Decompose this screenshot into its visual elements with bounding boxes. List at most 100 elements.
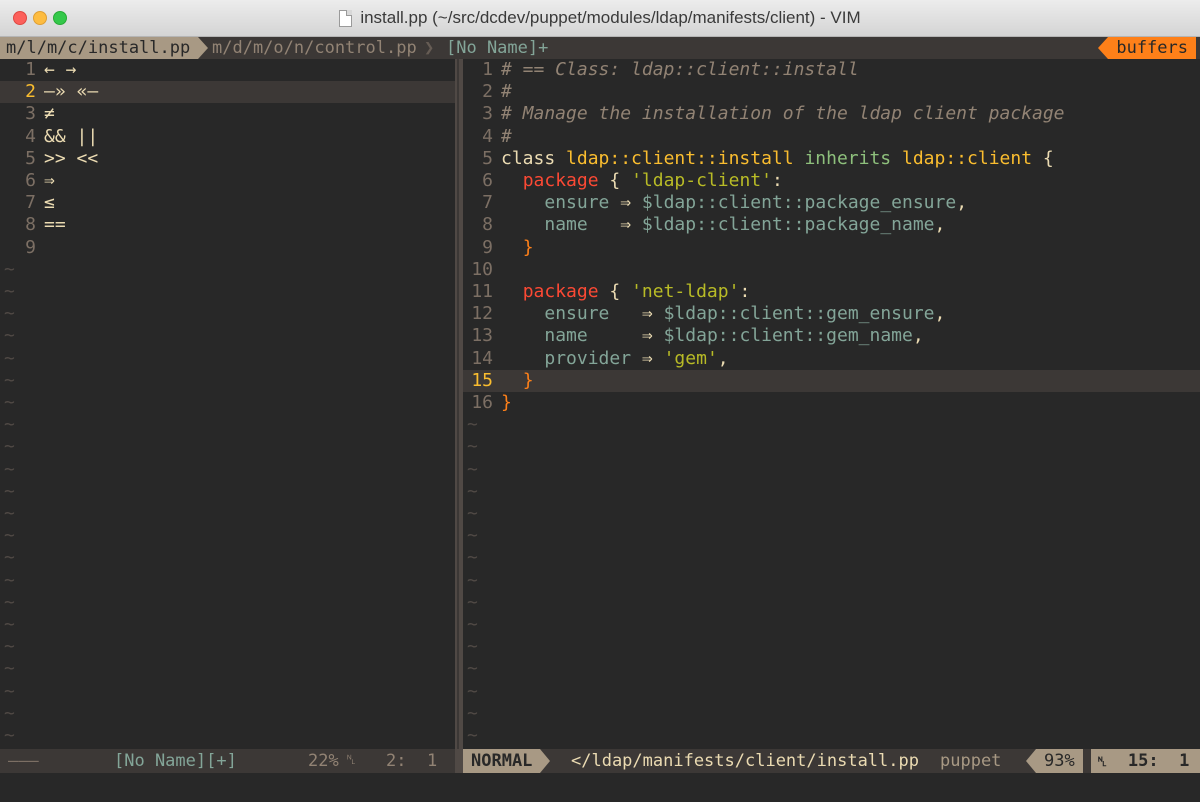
brace-token: }: [522, 236, 534, 258]
status-position: 15: 1: [1127, 751, 1190, 771]
editor-line[interactable]: 12 ensure ⇒ $ldap::client::gem_ensure,: [463, 303, 1200, 325]
keyword-token: package: [522, 170, 599, 191]
command-line[interactable]: [0, 773, 1200, 802]
editor-line[interactable]: 1 ← →: [0, 59, 455, 81]
editor-line[interactable]: 7 ensure ⇒ $ldap::client::package_ensure…: [463, 192, 1200, 214]
mode-indicator: NORMAL: [463, 749, 551, 773]
variable-token: $ldap::client::package_ensure: [641, 192, 957, 214]
line-text: [36, 237, 44, 258]
status-percent: 93%: [1026, 749, 1083, 773]
tilde-marker: ~: [4, 281, 15, 302]
tilde-marker: ~: [4, 680, 15, 702]
tilde-marker: ~: [467, 480, 478, 502]
empty-line-tilde: ~: [0, 414, 455, 436]
editor-line[interactable]: 16}: [463, 392, 1200, 414]
line-number: 1: [25, 59, 36, 80]
line-text: —» «—: [44, 81, 99, 103]
colon-token: :: [739, 281, 751, 302]
editor-line[interactable]: 9: [0, 237, 455, 259]
editor-line[interactable]: 2 #: [463, 81, 1200, 103]
string-token: 'gem': [663, 347, 718, 369]
line-number: 4: [25, 125, 36, 147]
document-icon: [339, 9, 353, 27]
editor-line[interactable]: 5 >> <<: [0, 148, 455, 170]
brace-token: {: [609, 170, 621, 191]
tab-separator-icon: ❯: [424, 38, 435, 58]
right-editor-pane[interactable]: 1 # == Class: ldap::client::install 2 # 3 #…: [463, 59, 1200, 749]
string-token: 'ldap-client': [631, 170, 772, 191]
empty-line-tilde: ~: [0, 636, 455, 658]
editor-line[interactable]: 1 # == Class: ldap::client::install: [463, 59, 1200, 81]
tab-no-name[interactable]: [No Name]+: [446, 37, 548, 59]
editor-line[interactable]: 4 #: [463, 126, 1200, 148]
editor-line-current[interactable]: 15 }: [463, 369, 1200, 392]
editor-line[interactable]: 11 package { 'net-ldap':: [463, 281, 1200, 303]
vertical-split-divider[interactable]: [455, 59, 463, 749]
tilde-marker: ~: [4, 547, 15, 569]
editor-line[interactable]: 7 ≤: [0, 192, 455, 214]
variable-token: $ldap::client::gem_ensure: [663, 303, 935, 325]
editor-line[interactable]: 3 # Manage the installation of the ldap c…: [463, 103, 1200, 125]
editor-line[interactable]: 4 && ||: [0, 126, 455, 148]
tilde-marker: ~: [4, 392, 15, 413]
class-name-token: ldap::client::install: [566, 147, 794, 169]
line-number: 7: [482, 192, 493, 214]
empty-line-tilde: ~: [463, 525, 1200, 547]
line-number: 5: [482, 147, 493, 169]
comma-token: ,: [717, 347, 729, 369]
tilde-marker: ~: [4, 414, 15, 436]
line-number: 5: [25, 147, 36, 169]
left-editor-pane[interactable]: 1 ← → 2 —» «— 3 ≠ 4 && || 5 >> << 6 ⇒ 7 ≤ 8 == 9…: [0, 59, 455, 749]
editor-line[interactable]: 3 ≠: [0, 103, 455, 125]
tabline: m/l/m/c/install.pp m/d/m/o/n/control.pp …: [0, 37, 1200, 59]
line-number: 9: [482, 236, 493, 258]
terminal-area[interactable]: m/l/m/c/install.pp m/d/m/o/n/control.pp …: [0, 37, 1200, 802]
line-text: ≤: [44, 192, 55, 214]
buffers-label[interactable]: buffers: [1098, 37, 1196, 59]
attribute-token: provider: [544, 347, 632, 369]
empty-line-tilde: ~: [0, 570, 455, 592]
line-number: 14: [471, 347, 493, 369]
tilde-marker: ~: [4, 325, 15, 347]
colon-token: :: [771, 170, 783, 191]
attribute-token: ensure: [544, 303, 610, 325]
editor-line[interactable]: 8 ==: [0, 214, 455, 236]
status-percent: 22%: [308, 751, 339, 771]
tab-control-pp[interactable]: m/d/m/o/n/control.pp: [212, 37, 417, 59]
tilde-marker: ~: [4, 702, 15, 724]
tab-install-pp[interactable]: m/l/m/c/install.pp: [0, 37, 209, 59]
tilde-marker: ~: [467, 636, 478, 658]
class-name-token: ldap::client: [902, 147, 1033, 169]
empty-line-tilde: ~: [0, 481, 455, 503]
line-number: 13: [471, 325, 493, 347]
line-number: 4: [482, 125, 493, 147]
editor-line[interactable]: 14 provider ⇒ 'gem',: [463, 348, 1200, 370]
editor-line-current[interactable]: 2 —» «—: [0, 81, 455, 104]
empty-line-tilde: ~: [463, 436, 1200, 458]
tilde-marker: ~: [467, 414, 478, 436]
empty-line-tilde: ~: [0, 259, 455, 281]
editor-line[interactable]: 6 package { 'ldap-client':: [463, 170, 1200, 192]
status-buffer-name: [No Name][+]: [114, 751, 237, 771]
string-token: 'net-ldap': [631, 281, 740, 302]
editor-line[interactable]: 8 name ⇒ $ldap::client::package_name,: [463, 214, 1200, 236]
variable-token: $ldap::client::gem_name: [663, 325, 913, 347]
empty-line-tilde: ~: [463, 459, 1200, 481]
editor-line[interactable]: 10: [463, 259, 1200, 281]
line-number: 11: [471, 281, 493, 302]
window-title: install.pp (~/src/dcdev/puppet/modules/l…: [360, 8, 861, 27]
editor-line[interactable]: 6 ⇒: [0, 170, 455, 192]
line-number-icon: ␤: [346, 753, 357, 768]
brace-token: }: [501, 392, 512, 413]
empty-line-tilde: ~: [463, 570, 1200, 592]
empty-line-tilde: ~: [463, 658, 1200, 680]
line-number: 3: [25, 103, 36, 125]
editor-line[interactable]: 9 }: [463, 237, 1200, 259]
editor-line[interactable]: 13 name ⇒ $ldap::client::gem_name,: [463, 325, 1200, 347]
tilde-marker: ~: [4, 569, 15, 591]
comment-text: # == Class: ldap::client::install: [501, 59, 859, 80]
tilde-marker: ~: [4, 347, 15, 369]
empty-line-tilde: ~: [463, 703, 1200, 725]
editor-line[interactable]: 5 class ldap::client::install inherits ld…: [463, 148, 1200, 170]
tilde-marker: ~: [467, 569, 478, 591]
